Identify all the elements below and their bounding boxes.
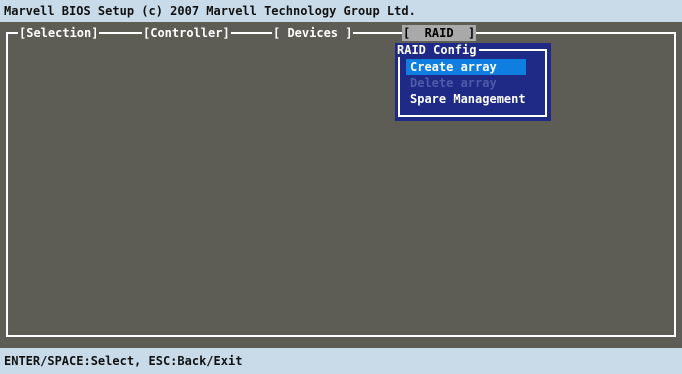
menu-item-delete-array: Delete array	[410, 76, 497, 90]
title-bar: Marvell BIOS Setup (c) 2007 Marvell Tech…	[0, 0, 682, 22]
tab-devices[interactable]: [ Devices ]	[272, 25, 354, 41]
tab-controller[interactable]: [Controller]	[142, 25, 231, 41]
tab-raid[interactable]: [ RAID ]	[402, 25, 477, 41]
menu-item-spare-management[interactable]: Spare Management	[406, 91, 530, 107]
window-title: Marvell BIOS Setup (c) 2007 Marvell Tech…	[4, 4, 416, 18]
tab-selection[interactable]: [Selection]	[18, 25, 100, 41]
menu-title: RAID Config	[395, 43, 480, 57]
menu-item-create-array[interactable]: Create array	[406, 59, 526, 75]
status-bar: ENTER/SPACE:Select, ESC:Back/Exit	[0, 348, 682, 374]
main-frame	[6, 32, 676, 337]
key-hint: ENTER/SPACE:Select, ESC:Back/Exit	[4, 354, 243, 368]
raid-config-menu: RAID Config Create array Delete array Sp…	[395, 43, 551, 121]
